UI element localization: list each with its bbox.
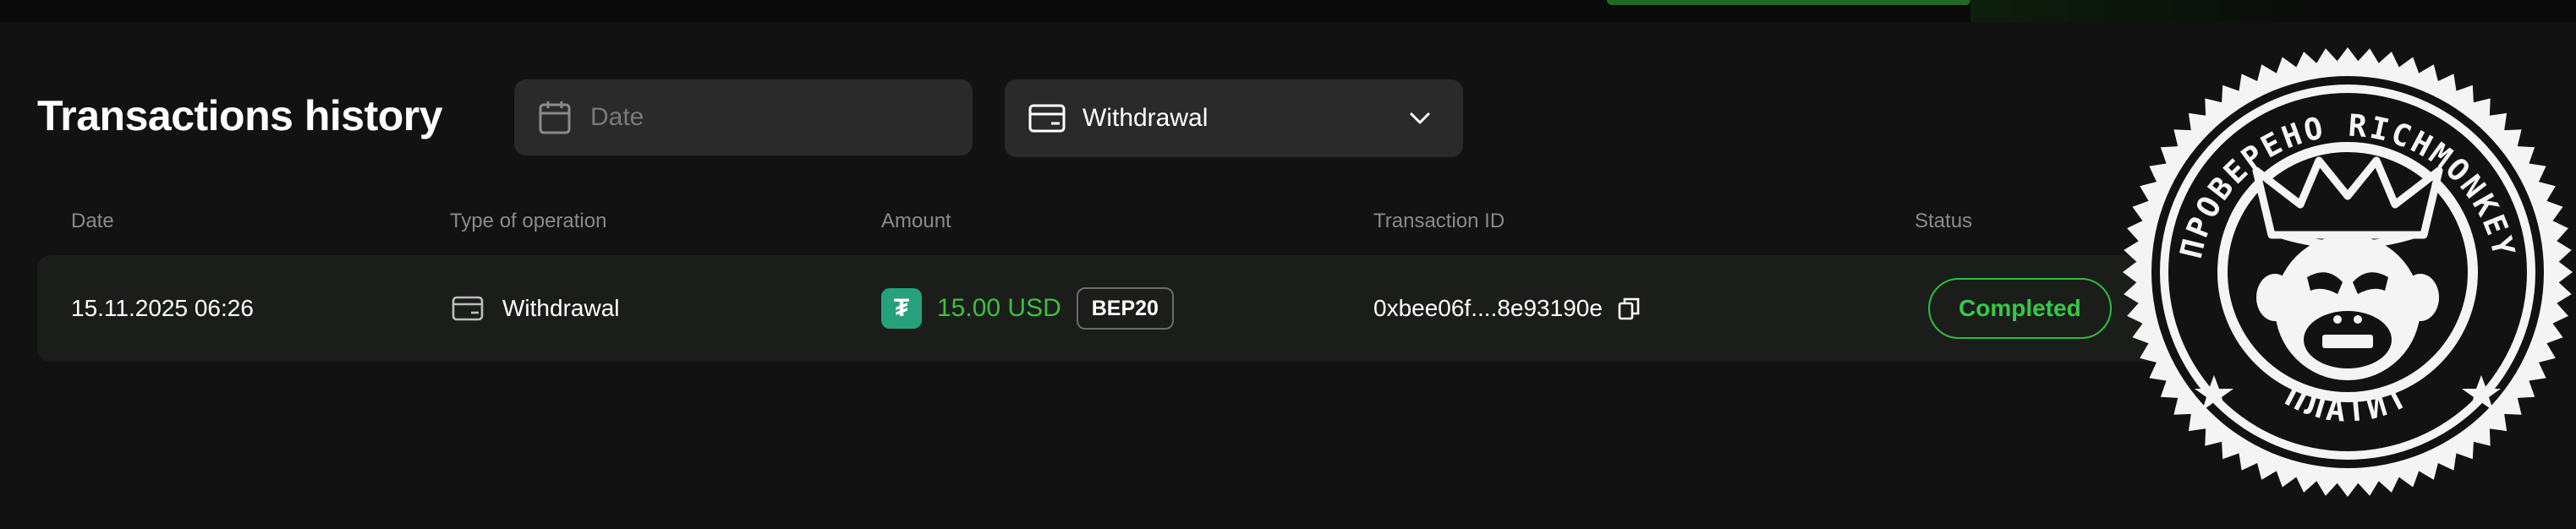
date-filter[interactable]: Date	[514, 79, 973, 155]
top-bar-button-edge[interactable]	[1607, 0, 1970, 5]
column-header-type: Type of operation	[450, 210, 607, 232]
column-header-transaction-id: Transaction ID	[1373, 210, 1505, 232]
operation-type-value: Withdrawal	[1082, 104, 1209, 132]
amount-cell: ₮ 15.00 USD BEP20	[881, 255, 1174, 362]
type-cell: Withdrawal	[452, 255, 619, 362]
calendar-icon	[538, 100, 572, 135]
page-title: Transactions history	[37, 92, 443, 139]
date-cell: 15.11.2025 06:26	[71, 255, 254, 362]
status-cell: Completed	[1928, 255, 2112, 362]
column-header-amount: Amount	[881, 210, 951, 232]
card-icon	[1028, 104, 1066, 133]
top-bar-gradient	[1970, 0, 2576, 22]
column-header-status: Status	[1915, 210, 1973, 232]
card-icon	[452, 296, 484, 321]
transaction-id-cell: 0xbee06f....8e93190e	[1373, 255, 1640, 362]
transaction-id: 0xbee06f....8e93190e	[1373, 295, 1603, 321]
operation-type-select[interactable]: Withdrawal	[1005, 79, 1463, 157]
operation-type: Withdrawal	[502, 295, 620, 321]
network-badge: BEP20	[1076, 287, 1174, 330]
tether-icon: ₮	[881, 288, 922, 329]
chevron-down-icon	[1409, 112, 1431, 125]
transaction-date: 15.11.2025 06:26	[71, 295, 254, 321]
top-bar	[0, 0, 2576, 22]
column-header-date: Date	[71, 210, 114, 232]
amount-value: 15.00 USD	[937, 294, 1061, 322]
table-row: 15.11.2025 06:26 Withdrawal ₮ 15.00 USD …	[37, 255, 2177, 362]
copy-icon[interactable]	[1618, 297, 1640, 320]
verified-stamp-watermark: ПРОВЕРЕНО RICHMONKEY ПЛАТИТ	[2123, 47, 2573, 497]
date-filter-placeholder: Date	[590, 103, 644, 131]
status-badge: Completed	[1928, 278, 2112, 339]
